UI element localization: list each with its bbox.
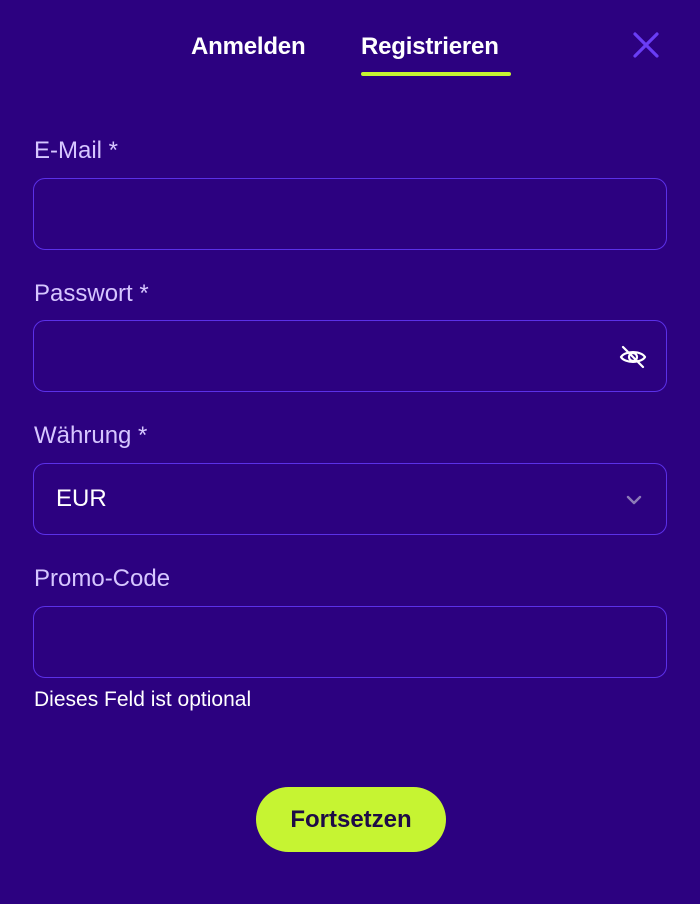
promo-code-label: Promo-Code — [34, 565, 171, 592]
chevron-down-icon — [626, 495, 642, 505]
email-label: E-Mail * — [34, 137, 119, 164]
password-field-box — [33, 320, 667, 392]
password-input[interactable] — [56, 321, 616, 391]
currency-select[interactable]: EUR — [33, 463, 667, 535]
email-input[interactable] — [56, 179, 616, 249]
password-label: Passwort * — [34, 280, 149, 307]
close-icon — [633, 32, 659, 58]
auth-tabs-header: Anmelden Registrieren — [0, 0, 700, 100]
eye-off-icon — [619, 345, 647, 369]
currency-label: Währung * — [34, 422, 148, 449]
promo-code-helper-text: Dieses Feld ist optional — [34, 688, 252, 711]
promo-code-input[interactable] — [56, 607, 616, 677]
email-field-box — [33, 178, 667, 250]
promo-code-field-box — [33, 606, 667, 678]
active-tab-indicator — [361, 72, 511, 76]
tab-login[interactable]: Anmelden — [191, 33, 306, 61]
close-button[interactable] — [628, 27, 664, 63]
tab-register[interactable]: Registrieren — [361, 33, 499, 61]
currency-selected-value: EUR — [56, 485, 107, 512]
continue-button[interactable]: Fortsetzen — [256, 787, 446, 852]
toggle-password-visibility-button[interactable] — [617, 341, 649, 373]
